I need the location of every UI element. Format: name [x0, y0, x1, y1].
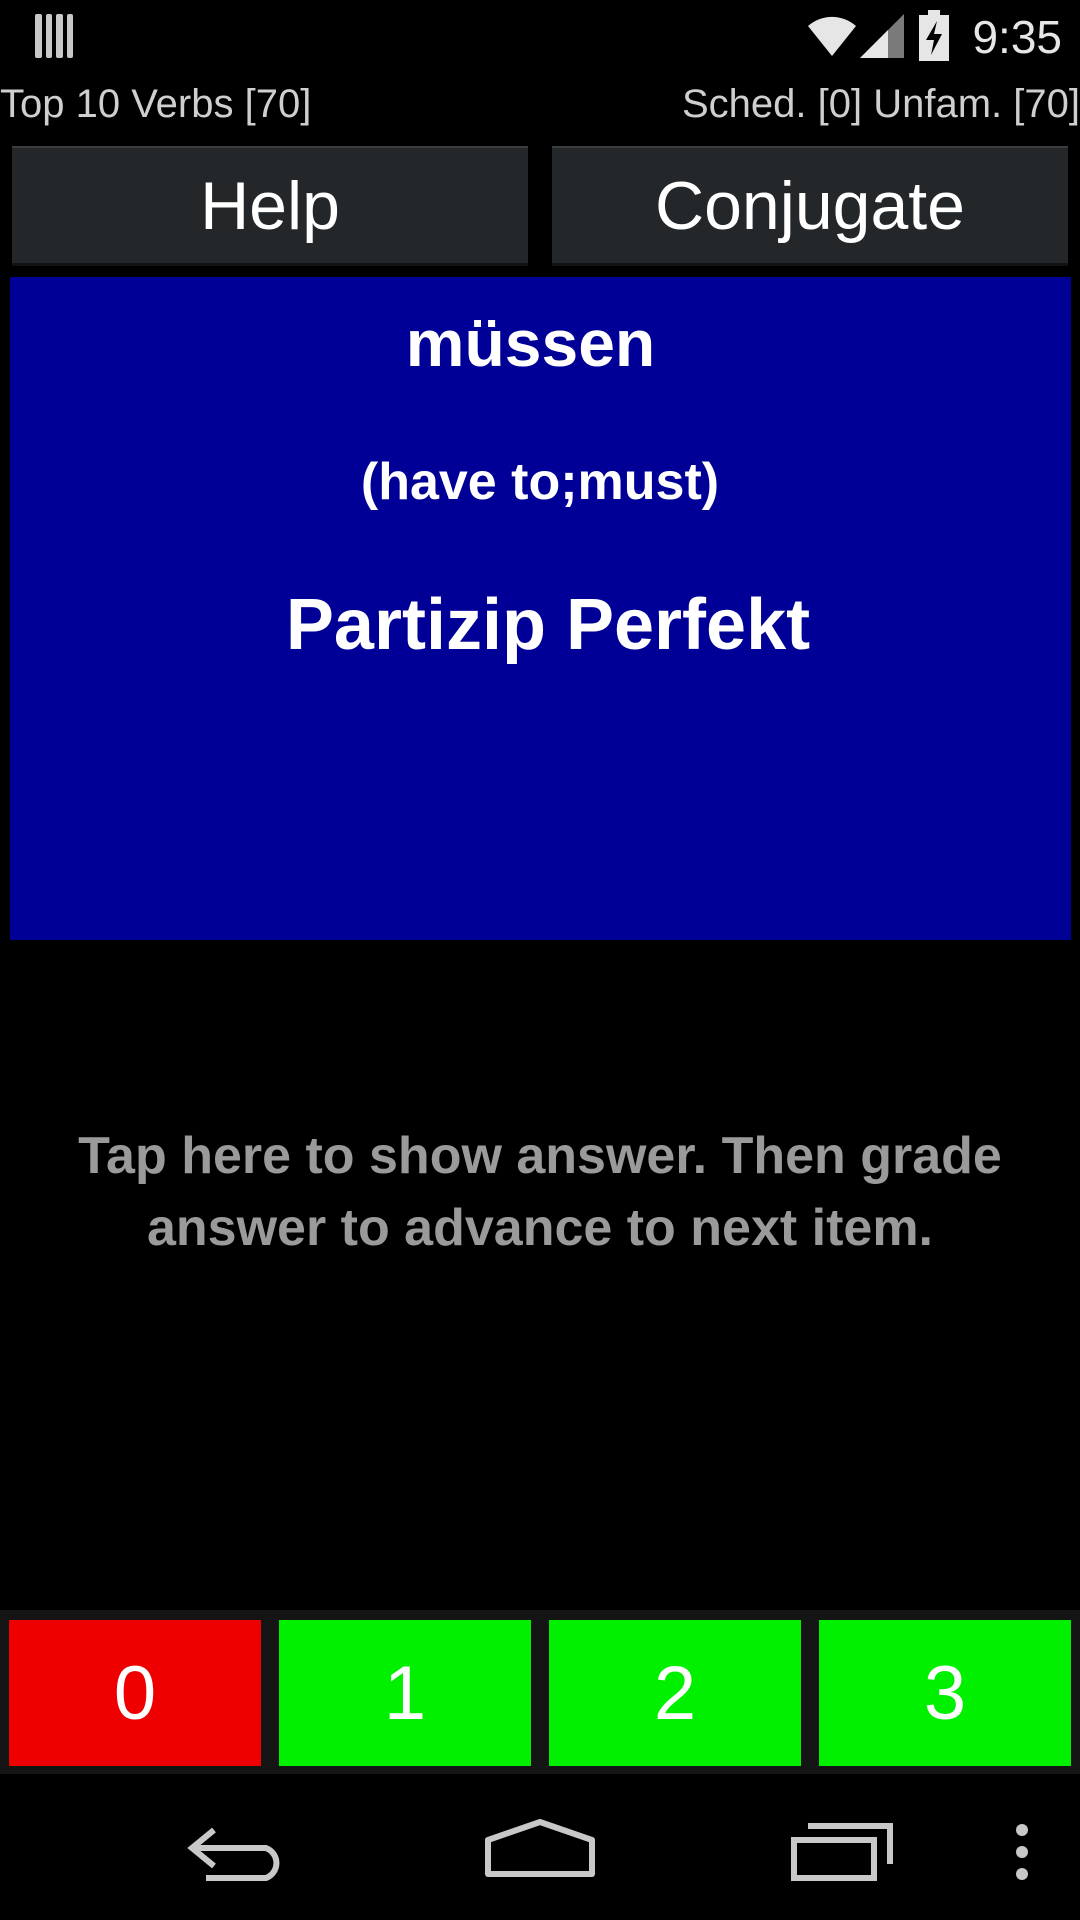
notification-icon [35, 14, 73, 58]
card-translation: (have to;must) [360, 453, 720, 511]
deck-title: Top 10 Verbs [70] [0, 82, 312, 126]
card-word: müssen [405, 306, 656, 380]
grade-1-button[interactable]: 1 [279, 1620, 531, 1766]
home-icon[interactable] [484, 1818, 596, 1878]
card-form: Partizip Perfekt [285, 585, 811, 665]
back-icon[interactable] [186, 1826, 290, 1882]
screen: 9:35 Top 10 Verbs [70] Sched. [0] Unfam.… [0, 0, 1080, 1920]
recents-icon[interactable] [790, 1822, 894, 1882]
menu-icon[interactable] [1010, 1824, 1034, 1880]
grade-0-button[interactable]: 0 [9, 1620, 261, 1766]
battery-charging-icon [919, 10, 949, 61]
deck-stats: Sched. [0] Unfam. [70] [682, 82, 1080, 126]
status-time: 9:35 [972, 11, 1062, 63]
show-answer-area[interactable]: Tap here to show answer. Then grade answ… [40, 1120, 1040, 1264]
status-bar: 9:35 [0, 0, 1080, 75]
grade-2-button[interactable]: 2 [549, 1620, 801, 1766]
grade-button-row: 0 1 2 3 [0, 1610, 1080, 1774]
wifi-icon [808, 16, 856, 56]
navigation-bar [0, 1774, 1080, 1920]
signal-icon [860, 14, 904, 58]
help-button[interactable]: Help [12, 146, 528, 266]
grade-3-button[interactable]: 3 [819, 1620, 1071, 1766]
conjugate-button[interactable]: Conjugate [552, 146, 1068, 266]
